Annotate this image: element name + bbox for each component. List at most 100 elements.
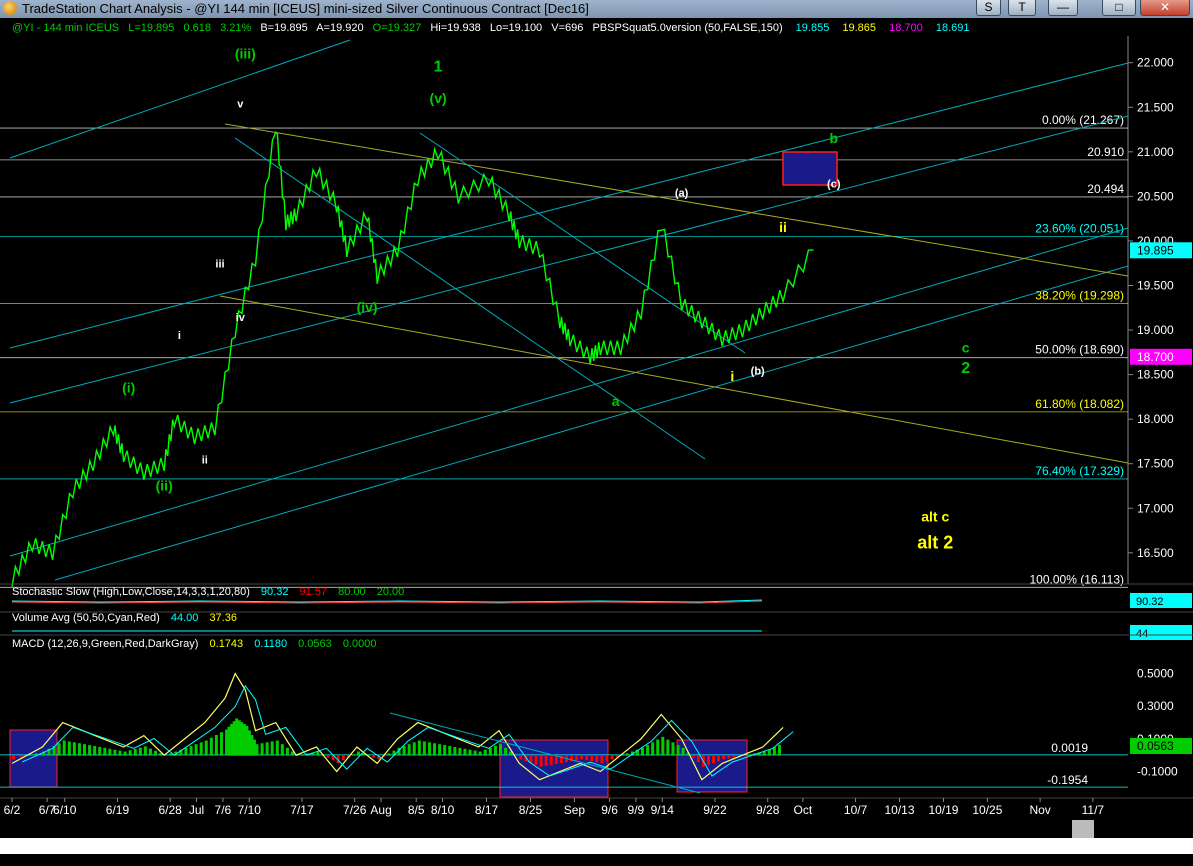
- macd-hist-bar: [666, 739, 670, 756]
- time-tick-label: 6/10: [53, 803, 77, 817]
- macd-hist-bar: [113, 749, 117, 756]
- macd-hist-bar: [67, 741, 71, 756]
- price-line: [11, 130, 814, 587]
- chart-canvas: @YI - 144 min ICEUS L=19.895 0.618 3.21%…: [0, 22, 1193, 854]
- time-tick-label: 7/26: [343, 803, 367, 817]
- macd-hist-bar: [646, 745, 650, 756]
- price-series: [11, 130, 814, 587]
- s-button[interactable]: S: [976, 0, 1001, 16]
- macd-hist-bar: [148, 748, 152, 756]
- macd-hist-bar: [575, 755, 579, 761]
- macd-hist-bar: [351, 754, 355, 756]
- macd-hist-bar: [285, 747, 289, 756]
- macd-hist-bar: [316, 751, 320, 756]
- macd-level-label: -0.1954: [1047, 773, 1088, 787]
- macd-hist-bar: [189, 746, 193, 756]
- macd-hist-bar: [478, 751, 482, 756]
- macd-hist-bar: [777, 744, 781, 756]
- macd-hist-bar: [77, 743, 81, 756]
- legend-last: L=19.895: [128, 22, 174, 34]
- window-title: TradeStation Chart Analysis - @YI 144 mi…: [22, 1, 589, 16]
- stoch-val-2: 91.57: [300, 586, 328, 598]
- stoch-last-value: 90.32: [1136, 596, 1164, 608]
- price-tick-label: 21.000: [1137, 145, 1174, 159]
- wave-label: (iv): [357, 299, 378, 315]
- wave-label: (b): [751, 366, 765, 378]
- macd-title: MACD (12,26,9,Green,Red,DarkGray): [12, 638, 198, 650]
- macd-hist-bar: [103, 747, 107, 756]
- macd-hist-bar: [19, 755, 23, 758]
- vol-val-2: 37.36: [209, 612, 237, 624]
- legend-v2: 19.865: [842, 22, 876, 34]
- macd-hist-bar: [559, 755, 563, 764]
- wave-label: 2: [961, 360, 970, 377]
- macd-hist-bar: [209, 737, 213, 756]
- macd-hist-bar: [194, 744, 198, 756]
- fib-label: 38.20% (19.298): [1035, 288, 1124, 302]
- macd-hist-bar: [214, 734, 218, 756]
- macd-hist-bar: [651, 742, 655, 756]
- maximize-icon[interactable]: □: [1102, 0, 1136, 16]
- macd-hist-bar: [641, 747, 645, 756]
- time-tick-label: 9/14: [651, 803, 675, 817]
- time-tick-label: 7/6: [215, 803, 232, 817]
- legend-lo: Lo=19.100: [490, 22, 542, 34]
- macd-hist-bar: [128, 750, 132, 756]
- macd-hist-bar: [108, 748, 112, 756]
- time-tick-label: 10/25: [972, 803, 1002, 817]
- macd-hist-bar: [610, 755, 614, 760]
- macd-hist-bar: [280, 744, 284, 756]
- time-axis: 6/2 6/76/10 6/19 6/28 Jul 7/6 7/10 7/17 7/26 Aug 8…: [4, 798, 1104, 817]
- legend-vol: V=696: [551, 22, 583, 34]
- legend-v3: 18.700: [889, 22, 923, 34]
- macd-hist-bar: [372, 755, 376, 758]
- fib-label: 61.80% (18.082): [1035, 397, 1124, 411]
- macd-hist-bar: [671, 742, 675, 756]
- wave-label: (i): [122, 379, 135, 395]
- macd-hist-bar: [519, 755, 523, 760]
- time-tick-label: 9/6: [601, 803, 618, 817]
- legend-v1: 19.855: [796, 22, 830, 34]
- macd-hist-bar: [184, 747, 188, 756]
- minimize-icon[interactable]: —: [1048, 0, 1078, 16]
- macd-hist-bar: [468, 749, 472, 756]
- macd-hist-bar: [275, 740, 279, 756]
- time-tick-label: 8/25: [519, 803, 543, 817]
- macd-hist-bar: [407, 744, 411, 756]
- scroll-thumb[interactable]: [1072, 820, 1094, 838]
- macd-hist-bar: [458, 747, 462, 756]
- macd-hist-bar: [534, 755, 538, 765]
- macd-hist-bar: [453, 746, 457, 756]
- trendlines: [9, 39, 1129, 581]
- macd-hist-bar: [473, 750, 477, 756]
- macd-tick-label: -0.1000: [1137, 765, 1178, 779]
- time-tick-label: Aug: [370, 803, 391, 817]
- wave-label: iv: [236, 312, 246, 324]
- macd-hist-bar: [326, 755, 330, 758]
- macd-hist-bar: [154, 750, 158, 756]
- macd-hist-bar: [260, 743, 264, 756]
- macd-hist-bar: [270, 741, 274, 756]
- price-tick-label: 19.500: [1137, 278, 1174, 292]
- price-tick-label: 17.500: [1137, 457, 1174, 471]
- macd-hist-bar: [605, 755, 609, 762]
- marker-price-value: 18.700: [1137, 350, 1174, 364]
- macd-hist-bar: [691, 755, 695, 758]
- time-tick-label: 7/17: [290, 803, 314, 817]
- macd-legend: MACD (12,26,9,Green,Red,DarkGray) 0.1743…: [12, 638, 377, 650]
- time-tick-label: 7/10: [238, 803, 262, 817]
- t-button[interactable]: T: [1008, 0, 1036, 16]
- time-tick-label: 8/10: [431, 803, 455, 817]
- wave-label: v: [237, 98, 244, 110]
- macd-hist-bar: [12, 755, 15, 760]
- close-icon[interactable]: ✕: [1140, 0, 1190, 16]
- macd-val-4: 0.0000: [343, 638, 377, 650]
- legend-hi: Hi=19.938: [430, 22, 480, 34]
- legend-open: O=19.327: [373, 22, 422, 34]
- macd-hist-bar: [656, 739, 660, 756]
- time-tick-label: 9/22: [703, 803, 727, 817]
- macd-hist-bar: [504, 747, 508, 756]
- macd-box-3: [676, 739, 748, 793]
- macd-hist-bar: [493, 746, 497, 756]
- macd-hist-bar: [138, 747, 142, 756]
